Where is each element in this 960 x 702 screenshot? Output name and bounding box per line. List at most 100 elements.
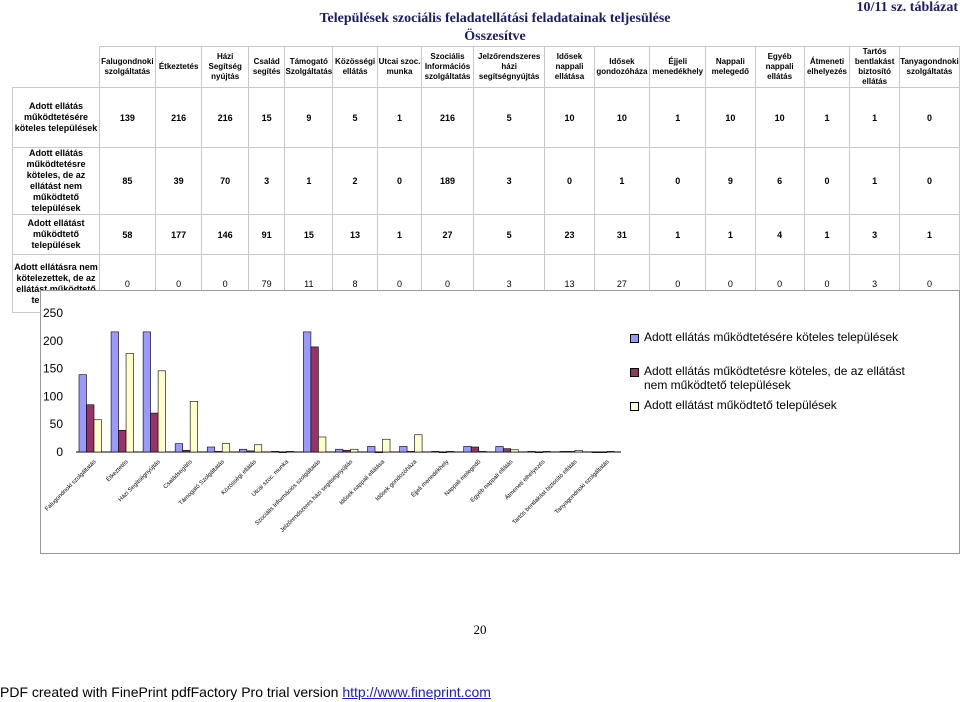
table-cell: 1 bbox=[705, 214, 756, 255]
column-header: Házi Segítség nyújtás bbox=[201, 46, 249, 88]
table-cell: 91 bbox=[247, 214, 286, 255]
table-cell: 15 bbox=[284, 214, 334, 255]
column-header: Egyéb nappali ellátás bbox=[754, 46, 805, 88]
table-cell: 1 bbox=[849, 87, 900, 148]
table-cell: 4 bbox=[754, 214, 805, 255]
bar bbox=[310, 346, 319, 453]
table-cell: 58 bbox=[98, 214, 156, 255]
x-tick-label: Családsegítés bbox=[163, 459, 194, 490]
column-header: Tartós bentlakást biztosító ellátás bbox=[849, 46, 900, 88]
table-cell: 1 bbox=[898, 214, 960, 255]
row-header: Adott ellátás működtetésre köteles, de a… bbox=[12, 147, 100, 215]
table-cell: 1 bbox=[376, 214, 423, 255]
bar bbox=[463, 446, 472, 453]
bar bbox=[189, 401, 198, 453]
table-cell: 3 bbox=[849, 214, 900, 255]
column-header: Tanyagondnoki szolgáltatás bbox=[898, 46, 960, 88]
y-tick-label: 150 bbox=[43, 362, 63, 376]
table-cell: 9 bbox=[705, 147, 756, 215]
bar bbox=[318, 436, 327, 453]
column-header: Átmeneti elhelyezés bbox=[803, 46, 851, 88]
legend-swatch bbox=[630, 368, 639, 377]
bar bbox=[86, 404, 95, 453]
bar bbox=[93, 419, 102, 453]
legend-label: Adott ellátást működtető települések bbox=[644, 398, 837, 412]
row-header: Adott ellátást működtető települések bbox=[12, 214, 100, 255]
table-cell: 0 bbox=[376, 147, 423, 215]
table-cell: 3 bbox=[472, 147, 546, 215]
column-header: Nappali melegedő bbox=[705, 46, 756, 88]
table-cell: 1 bbox=[376, 87, 423, 148]
table-cell: 10 bbox=[754, 87, 805, 148]
table-cell: 15 bbox=[247, 87, 286, 148]
bar bbox=[118, 430, 127, 453]
legend-label: Adott ellátás működtetésre köteles, de a… bbox=[644, 364, 905, 392]
table-cell: 0 bbox=[544, 147, 595, 215]
bar bbox=[206, 446, 216, 453]
table-cell: 70 bbox=[201, 147, 249, 215]
bar bbox=[414, 434, 423, 453]
table-cell: 23 bbox=[544, 214, 595, 255]
column-header: Utcai szoc. munka bbox=[376, 46, 423, 88]
x-tick-label: Szociális Információs szolgáltatás bbox=[254, 459, 322, 527]
footer-text: PDF created with FinePrint pdfFactory Pr… bbox=[0, 684, 343, 700]
data-table: Falugondnoki szolgáltatás Étkeztetés Házi … bbox=[12, 46, 960, 313]
bar bbox=[606, 451, 615, 453]
title-line-2: Összesítve bbox=[464, 29, 526, 44]
table-cell: 13 bbox=[332, 214, 378, 255]
table-cell: 27 bbox=[421, 214, 474, 255]
table-cell: 0 bbox=[803, 147, 851, 215]
column-header: Éjjeli menedékhely bbox=[649, 46, 707, 88]
row-header: Adott ellátás működtetésére köteles tele… bbox=[12, 87, 100, 148]
bar bbox=[142, 331, 151, 453]
table-row: Adott ellátást működtető települések 58 17… bbox=[12, 214, 960, 255]
bar bbox=[502, 448, 512, 453]
x-tick-label: Falugondnoki szolgáltatás bbox=[44, 459, 97, 512]
bar bbox=[574, 450, 583, 453]
x-tick-label: Közösségi ellátás bbox=[221, 459, 258, 496]
table-cell: 10 bbox=[544, 87, 595, 148]
legend-item: Adott ellátás működtetésére köteles tele… bbox=[630, 330, 924, 344]
column-header: Idősek gondozóháza bbox=[593, 46, 651, 88]
chart-legend: Adott ellátás működtetésére köteles tele… bbox=[630, 330, 924, 418]
table-cell: 216 bbox=[154, 87, 203, 148]
y-tick-label: 250 bbox=[43, 306, 63, 320]
table-cell: 1 bbox=[593, 147, 651, 215]
bar bbox=[157, 370, 166, 453]
bar bbox=[495, 446, 504, 453]
column-header: Támogató Szolgáltatás bbox=[284, 46, 334, 88]
bar bbox=[382, 438, 391, 453]
table-cell: 1 bbox=[849, 147, 900, 215]
table-cell: 3 bbox=[247, 147, 286, 215]
table-cell: 0 bbox=[898, 87, 960, 148]
bar bbox=[542, 451, 551, 453]
page-number: 20 bbox=[473, 622, 487, 637]
bar bbox=[303, 331, 312, 453]
column-header: Közösségi ellátás bbox=[332, 46, 378, 88]
table-cell: 6 bbox=[754, 147, 805, 215]
column-header: Idősek nappali ellátása bbox=[544, 46, 595, 88]
table-cell: 5 bbox=[332, 87, 378, 148]
legend-label: Adott ellátás működtetésére köteles tele… bbox=[644, 330, 899, 344]
table-cell: 177 bbox=[154, 214, 203, 255]
title-line-1: Települések szociális feladatellátási fe… bbox=[319, 11, 671, 26]
bar bbox=[510, 449, 519, 453]
legend-item: Adott ellátás működtetésre köteles, de a… bbox=[630, 364, 924, 392]
footer-link[interactable]: http://www.fineprint.com bbox=[342, 684, 491, 700]
table-cell: 10 bbox=[593, 87, 651, 148]
table-cell: 1 bbox=[803, 214, 851, 255]
bar bbox=[527, 451, 536, 453]
column-header: Étkeztetés bbox=[154, 46, 203, 88]
table-cell: 5 bbox=[472, 87, 546, 148]
legend-swatch bbox=[630, 334, 639, 343]
bar bbox=[110, 331, 119, 453]
table-cell: 216 bbox=[421, 87, 474, 148]
table-cell: 139 bbox=[98, 87, 156, 148]
bar bbox=[406, 451, 415, 453]
table-cell: 39 bbox=[154, 147, 203, 215]
bar bbox=[559, 451, 568, 453]
bar bbox=[214, 451, 223, 453]
table-cell: 1 bbox=[803, 87, 851, 148]
table-cell: 1 bbox=[649, 87, 707, 148]
bar bbox=[431, 451, 440, 453]
